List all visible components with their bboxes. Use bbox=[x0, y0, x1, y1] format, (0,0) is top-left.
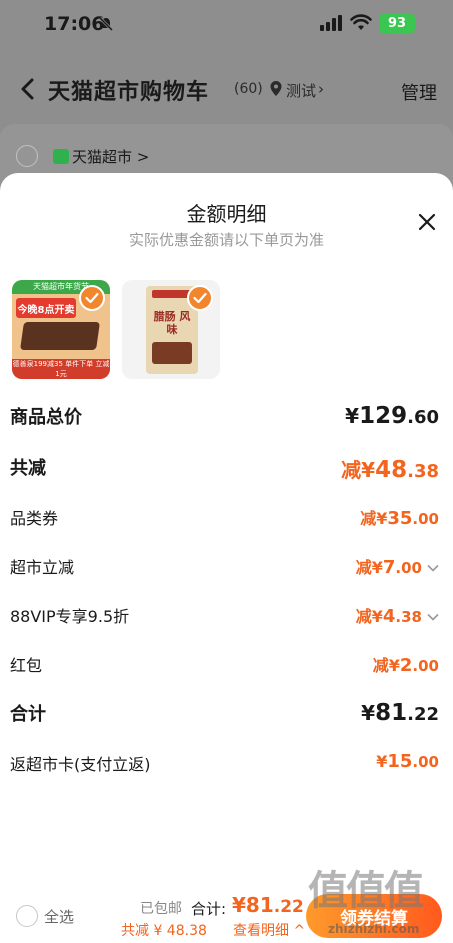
package-label bbox=[152, 290, 192, 298]
amount-prefix: 减¥ bbox=[341, 458, 376, 482]
product-image bbox=[20, 322, 100, 350]
checkout-button[interactable]: 领券结算 bbox=[306, 894, 442, 938]
thumb-footer: 德善泉199减35 单件下单 立减1元 bbox=[12, 359, 110, 379]
select-all-label[interactable]: 全选 bbox=[44, 906, 74, 927]
sum-row: 合计 ¥ 81 .22 bbox=[10, 700, 439, 730]
amount-integer: 129 bbox=[359, 403, 408, 429]
free-shipping-label: 已包邮 bbox=[140, 901, 182, 917]
amount-prefix: ¥ bbox=[345, 404, 360, 428]
total-reduce-row: 共减 减¥ 48 .38 bbox=[10, 454, 439, 484]
amount-integer: 4 bbox=[382, 606, 396, 627]
row-amount: ¥ 81 .22 bbox=[361, 700, 439, 726]
market-reduce-row[interactable]: 超市立减 减¥ 7 .00 bbox=[10, 554, 439, 584]
row-label: 共减 bbox=[10, 458, 46, 479]
sheet-subtitle: 实际优惠金额请以下单页为准 bbox=[128, 231, 324, 249]
amount-integer: 2 bbox=[399, 655, 413, 676]
red-packet-row: 红包 减¥ 2 .00 bbox=[10, 652, 439, 682]
amount-decimal: .00 bbox=[395, 559, 422, 577]
amount-prefix: 减¥ bbox=[355, 607, 383, 626]
row-label: 88VIP专享9.5折 bbox=[10, 607, 130, 626]
amount-integer: 15 bbox=[387, 751, 413, 772]
amount-decimal: .60 bbox=[407, 407, 439, 428]
tmall-supermarket-logo-icon bbox=[53, 149, 69, 164]
amount-decimal: .00 bbox=[412, 510, 439, 528]
package-name: 腊肠 风味 bbox=[153, 310, 191, 336]
status-bar: 17:06 93 bbox=[0, 0, 453, 48]
wifi-icon bbox=[350, 14, 372, 35]
amount-prefix: 减¥ bbox=[372, 656, 400, 675]
row-label: 合计 bbox=[10, 704, 46, 725]
location-label[interactable]: 测试 bbox=[286, 80, 316, 101]
location-pin-icon bbox=[270, 81, 282, 100]
cellular-signal-icon bbox=[320, 15, 342, 35]
total-label: 合计: bbox=[191, 900, 227, 918]
amount-decimal: .38 bbox=[395, 608, 422, 626]
amount-integer: 81 bbox=[375, 700, 408, 726]
row-amount: ¥ 129 .60 bbox=[345, 403, 439, 429]
row-amount: 减¥ 7 .00 bbox=[356, 554, 439, 578]
row-label: 红包 bbox=[10, 656, 43, 675]
amount-prefix: ¥ bbox=[232, 893, 246, 917]
thumb-promo: 今晚8点开卖 bbox=[16, 298, 76, 318]
row-amount: ¥ 15 .00 bbox=[376, 751, 439, 772]
checked-icon bbox=[79, 285, 105, 311]
amount-integer: 7 bbox=[382, 557, 396, 578]
chevron-down-icon[interactable] bbox=[427, 606, 439, 625]
amount-decimal: .00 bbox=[412, 657, 439, 675]
battery-indicator: 93 bbox=[379, 13, 415, 34]
amount-integer: 35 bbox=[387, 508, 413, 529]
amount-prefix: 减¥ bbox=[360, 509, 388, 528]
chevron-right-icon: › bbox=[318, 80, 324, 98]
amount-prefix: ¥ bbox=[361, 701, 376, 725]
amount-decimal: .22 bbox=[407, 704, 439, 725]
select-all-radio[interactable] bbox=[16, 905, 38, 927]
amount-integer: 48 bbox=[375, 457, 408, 483]
close-icon[interactable] bbox=[417, 212, 437, 236]
row-amount: 减¥ 2 .00 bbox=[373, 652, 439, 676]
manage-button[interactable]: 管理 bbox=[401, 79, 437, 105]
row-label: 返超市卡(支付立返) bbox=[10, 755, 151, 774]
amount-integer: 81 bbox=[245, 893, 274, 917]
card-rebate-row: 返超市卡(支付立返) ¥ 15 .00 bbox=[10, 751, 439, 781]
checked-icon bbox=[187, 285, 213, 311]
row-amount: 减¥ 4 .38 bbox=[356, 603, 439, 627]
store-select-radio[interactable] bbox=[16, 145, 38, 167]
see-detail-link[interactable]: 查看明细 ^ bbox=[233, 920, 305, 940]
vip-discount-row[interactable]: 88VIP专享9.5折 减¥ 4 .38 bbox=[10, 603, 439, 633]
discount-summary: 共减 ¥ 48.38 bbox=[121, 923, 207, 939]
row-amount: 减¥ 35 .00 bbox=[360, 505, 439, 529]
amount-prefix: 减¥ bbox=[355, 558, 383, 577]
amount-decimal: .22 bbox=[273, 897, 304, 917]
chevron-down-icon[interactable] bbox=[427, 557, 439, 576]
row-label: 超市立减 bbox=[10, 558, 75, 577]
sheet-title: 金额明细 bbox=[186, 202, 267, 226]
store-name[interactable]: 天猫超市 > bbox=[72, 146, 149, 167]
goods-total-row: 商品总价 ¥ 129 .60 bbox=[10, 403, 439, 433]
row-label: 商品总价 bbox=[10, 407, 82, 428]
row-amount: 减¥ 48 .38 bbox=[341, 454, 439, 483]
amount-decimal: .00 bbox=[412, 753, 439, 771]
page-title: 天猫超市购物车 bbox=[48, 80, 210, 105]
nav-bar: 天猫超市购物车 (60) 测试 › 管理 bbox=[0, 68, 453, 112]
row-label: 品类券 bbox=[10, 509, 59, 528]
status-time: 17:06 bbox=[44, 13, 105, 35]
category-coupon-row: 品类券 减¥ 35 .00 bbox=[10, 505, 439, 535]
total-amount: ¥81.22 bbox=[232, 893, 304, 917]
amount-decimal: .38 bbox=[407, 461, 439, 482]
back-arrow-icon[interactable] bbox=[18, 76, 38, 106]
bell-muted-icon bbox=[98, 16, 114, 36]
cart-count: (60) bbox=[234, 81, 263, 97]
amount-prefix: ¥ bbox=[376, 752, 388, 771]
product-image bbox=[152, 342, 192, 364]
